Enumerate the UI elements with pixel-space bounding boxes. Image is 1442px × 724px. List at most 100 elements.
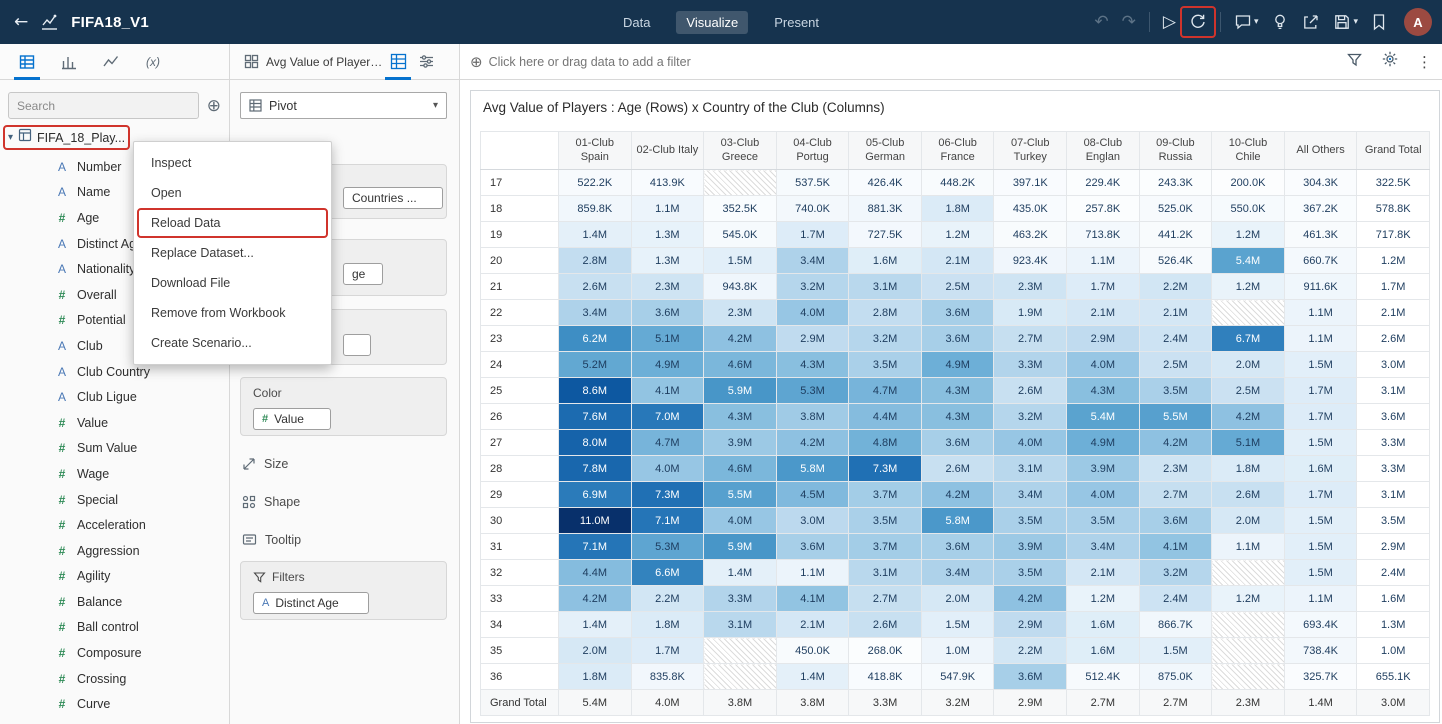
pivot-cell[interactable]: 4.2M <box>921 482 994 508</box>
pivot-cell[interactable]: 2.8M <box>849 300 922 326</box>
pivot-cell[interactable]: 450.0K <box>776 638 849 664</box>
context-menu-item[interactable]: Create Scenario... <box>134 328 331 358</box>
pivot-cell[interactable] <box>1212 612 1285 638</box>
pivot-cell[interactable]: 1.1M <box>1284 326 1357 352</box>
pivot-cell[interactable]: 1.7M <box>1284 404 1357 430</box>
pivot-cell[interactable]: 1.8M <box>921 196 994 222</box>
pivot-cell[interactable]: 4.0M <box>704 508 777 534</box>
pivot-cell[interactable]: 3.2M <box>994 404 1067 430</box>
pivot-cell[interactable]: 413.9K <box>631 170 704 196</box>
comments-button[interactable]: ▾ <box>1234 13 1259 31</box>
pivot-cell[interactable]: 943.8K <box>704 274 777 300</box>
pivot-cell[interactable]: 3.1M <box>704 612 777 638</box>
pivot-cell[interactable]: 2.6M <box>1212 482 1285 508</box>
pivot-cell[interactable]: 2.9M <box>994 612 1067 638</box>
pivot-cell[interactable]: 7.3M <box>631 482 704 508</box>
pivot-row-header[interactable]: 31 <box>481 534 559 560</box>
dataset-item[interactable]: ▾ FIFA_18_Play... <box>8 128 125 147</box>
pivot-cell[interactable] <box>1212 638 1285 664</box>
pivot-column-header[interactable]: All Others <box>1284 132 1357 170</box>
pivot-cell[interactable]: 1.2M <box>1212 274 1285 300</box>
pivot-cell[interactable]: 1.2M <box>1357 248 1430 274</box>
pivot-cell[interactable]: 3.2M <box>921 690 994 716</box>
pivot-cell[interactable]: 1.5M <box>1139 638 1212 664</box>
tab-data[interactable]: Data <box>613 11 660 34</box>
pivot-cell[interactable]: 3.1M <box>1357 378 1430 404</box>
pivot-cell[interactable]: 4.3M <box>1067 378 1140 404</box>
tab-present[interactable]: Present <box>764 11 829 34</box>
pivot-cell[interactable]: 2.6M <box>921 456 994 482</box>
pivot-cell[interactable]: 8.6M <box>559 378 632 404</box>
pivot-row-header[interactable]: 33 <box>481 586 559 612</box>
pivot-cell[interactable]: 448.2K <box>921 170 994 196</box>
pivot-cell[interactable]: 2.4M <box>1139 326 1212 352</box>
pivot-cell[interactable]: 352.5K <box>704 196 777 222</box>
pivot-cell[interactable]: 4.6M <box>704 352 777 378</box>
pivot-cell[interactable]: 4.4M <box>559 560 632 586</box>
preview-button[interactable]: ▷ <box>1163 14 1176 31</box>
pivot-cell[interactable]: 4.0M <box>1067 352 1140 378</box>
add-filter-hint[interactable]: ⊕ Click here or drag data to add a filte… <box>470 53 691 71</box>
pivot-cell[interactable]: 2.0M <box>559 638 632 664</box>
pivot-cell[interactable]: 1.0M <box>1357 638 1430 664</box>
pivot-cell[interactable]: 1.5M <box>1284 352 1357 378</box>
pivot-column-header[interactable]: 02-Club Italy <box>631 132 704 170</box>
pivot-cell[interactable]: 881.3K <box>849 196 922 222</box>
pivot-cell[interactable]: 5.4M <box>1212 248 1285 274</box>
pivot-cell[interactable]: 5.4M <box>1067 404 1140 430</box>
pivot-cell[interactable]: 1.1M <box>1212 534 1285 560</box>
bookmark-button[interactable] <box>1371 13 1387 31</box>
pivot-column-header[interactable]: 04-Club Portug <box>776 132 849 170</box>
field-item[interactable]: #Composure <box>0 640 229 666</box>
pivot-cell[interactable]: 4.3M <box>776 352 849 378</box>
pivot-cell[interactable]: 7.3M <box>849 456 922 482</box>
pivot-cell[interactable]: 1.5M <box>1284 508 1357 534</box>
pivot-column-header[interactable]: 05-Club German <box>849 132 922 170</box>
pivot-cell[interactable]: 463.2K <box>994 222 1067 248</box>
pivot-cell[interactable]: 3.3M <box>994 352 1067 378</box>
pivot-cell[interactable]: 8.0M <box>559 430 632 456</box>
pivot-cell[interactable]: 2.0M <box>1212 352 1285 378</box>
tab-visualize[interactable]: Visualize <box>676 11 748 34</box>
field-item[interactable]: #Acceleration <box>0 512 229 538</box>
pivot-cell[interactable]: 1.3M <box>1357 612 1430 638</box>
properties-panel-tab[interactable] <box>412 47 440 77</box>
pivot-cell[interactable]: 1.5M <box>1284 560 1357 586</box>
pivot-cell[interactable]: 257.8K <box>1067 196 1140 222</box>
pivot-cell[interactable]: 7.6M <box>559 404 632 430</box>
pivot-cell[interactable]: 2.7M <box>1139 690 1212 716</box>
pivot-cell[interactable]: 4.9M <box>921 352 994 378</box>
pivot-cell[interactable]: 6.6M <box>631 560 704 586</box>
pivot-cell[interactable]: 522.2K <box>559 170 632 196</box>
pivot-cell[interactable]: 3.0M <box>1357 352 1430 378</box>
pivot-cell[interactable]: 3.3M <box>1357 456 1430 482</box>
pivot-cell[interactable]: 866.7K <box>1139 612 1212 638</box>
pivot-cell[interactable]: 5.3M <box>776 378 849 404</box>
pivot-cell[interactable] <box>1212 560 1285 586</box>
pivot-cell[interactable]: 2.3M <box>994 274 1067 300</box>
pivot-cell[interactable]: 4.4M <box>849 404 922 430</box>
pivot-cell[interactable]: 5.3M <box>631 534 704 560</box>
pivot-cell[interactable]: 304.3K <box>1284 170 1357 196</box>
pivot-visualization[interactable]: Avg Value of Players : Age (Rows) x Coun… <box>470 90 1440 723</box>
pivot-cell[interactable]: 1.5M <box>704 248 777 274</box>
pivot-cell[interactable]: 1.7M <box>1357 274 1430 300</box>
pivot-cell[interactable]: 2.7M <box>994 326 1067 352</box>
pivot-cell[interactable]: 3.9M <box>704 430 777 456</box>
pivot-cell[interactable]: 4.9M <box>1067 430 1140 456</box>
pivot-cell[interactable]: 1.6M <box>849 248 922 274</box>
pivot-cell[interactable]: 3.3M <box>704 586 777 612</box>
pivot-cell[interactable]: 740.0K <box>776 196 849 222</box>
pivot-row-header[interactable]: 24 <box>481 352 559 378</box>
pivot-row-header[interactable]: 26 <box>481 404 559 430</box>
pivot-cell[interactable]: 5.1M <box>631 326 704 352</box>
pivot-cell[interactable]: 3.1M <box>849 560 922 586</box>
search-input[interactable] <box>8 92 199 119</box>
pivot-cell[interactable]: 1.1M <box>1067 248 1140 274</box>
pivot-cell[interactable]: 5.9M <box>704 378 777 404</box>
pivot-cell[interactable]: 1.1M <box>776 560 849 586</box>
pivot-cell[interactable]: 3.4M <box>1067 534 1140 560</box>
pivot-cell[interactable]: 3.6M <box>776 534 849 560</box>
pivot-cell[interactable]: 3.6M <box>1139 508 1212 534</box>
pivot-cell[interactable]: 2.4M <box>1357 560 1430 586</box>
